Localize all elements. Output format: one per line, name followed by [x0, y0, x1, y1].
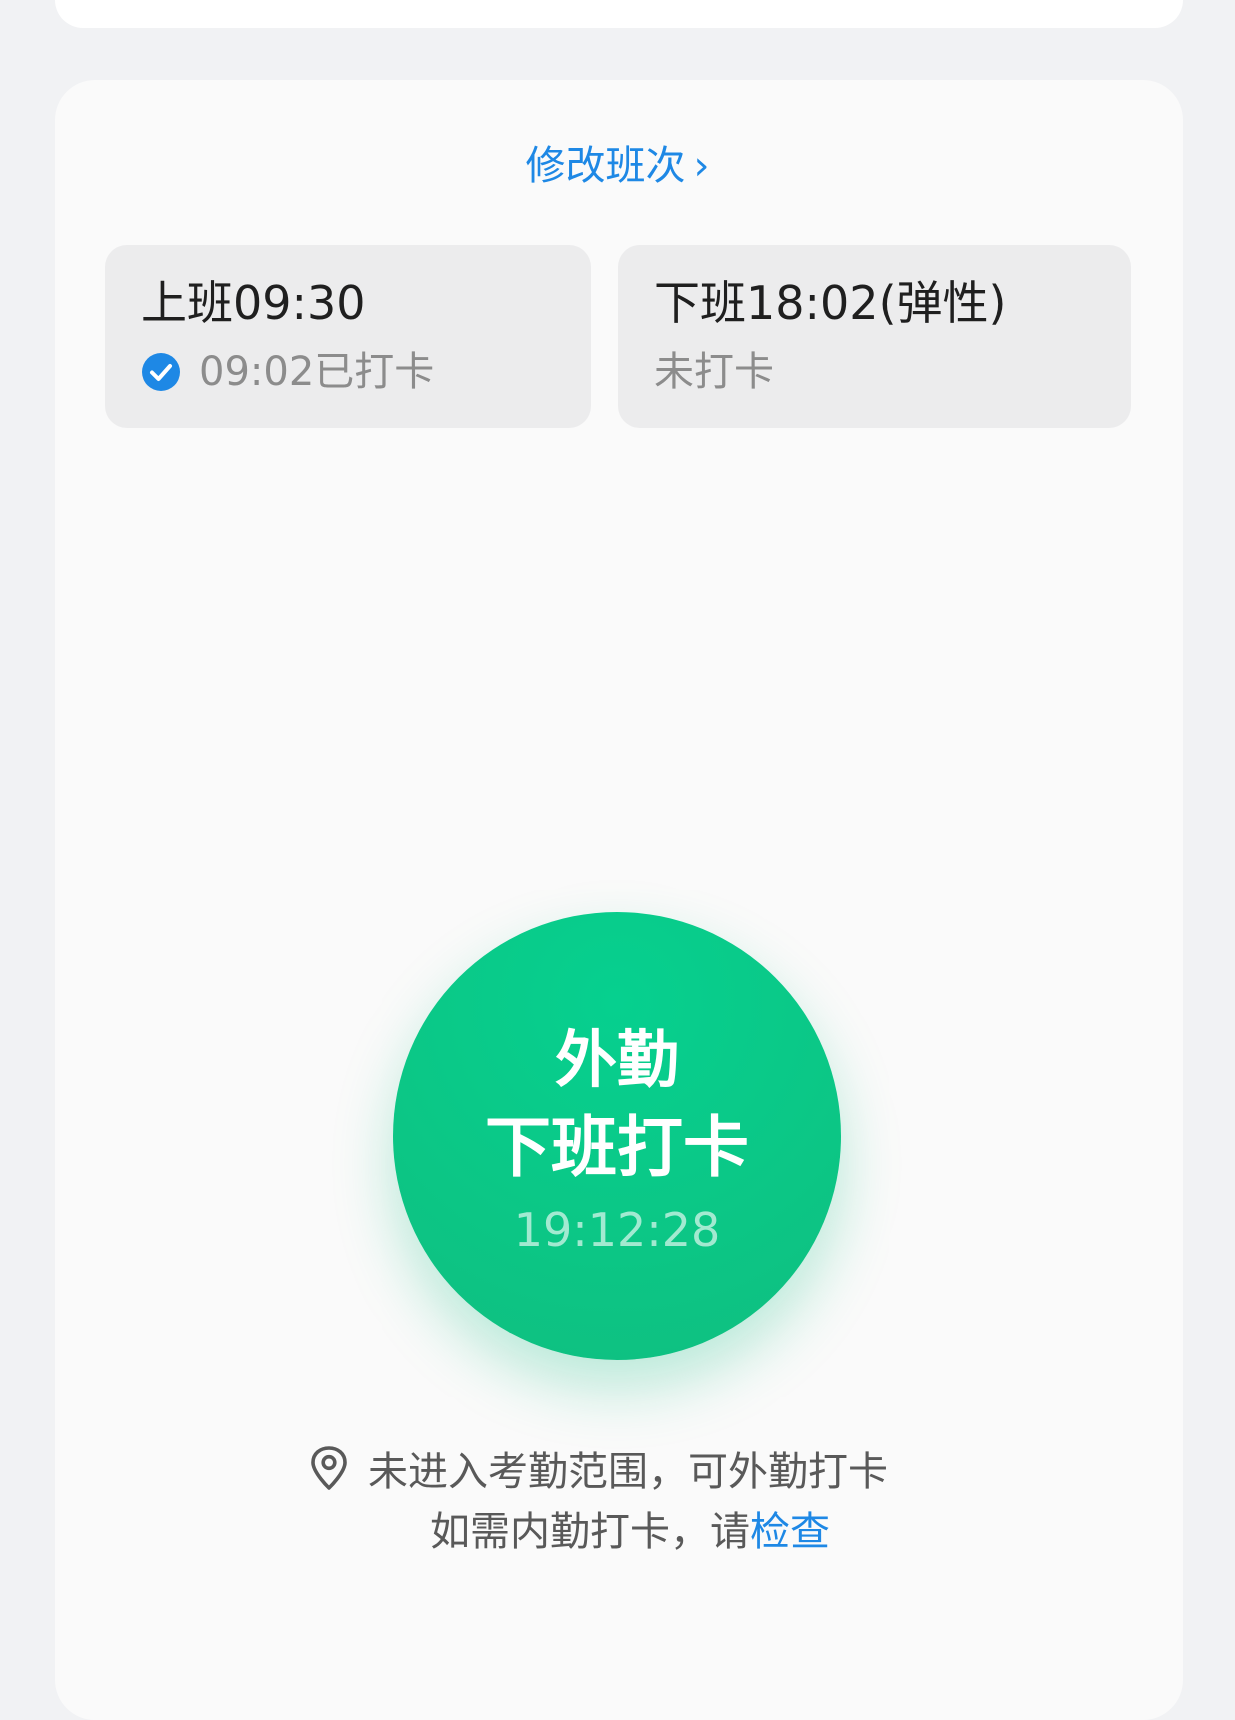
location-hint: 如需内勤打卡，请检查	[430, 1504, 830, 1560]
punch-action-label: 下班打卡	[485, 1109, 749, 1186]
check-circle-icon	[142, 353, 180, 391]
clock-out-status-text: 未打卡	[654, 349, 774, 395]
location-hint-text: 如需内勤打卡，请	[430, 1509, 750, 1555]
location-notice-text: 未进入考勤范围，可外勤打卡	[368, 1449, 888, 1495]
modify-shift-link[interactable]: 修改班次 ›	[0, 140, 1235, 192]
modify-shift-label: 修改班次	[525, 143, 686, 189]
location-pin-icon	[311, 1446, 347, 1490]
punch-clock-time: 19:12:28	[513, 1203, 721, 1257]
clock-in-status-text: 09:02已打卡	[199, 349, 435, 395]
punch-type-label: 外勤	[554, 1023, 679, 1096]
clock-in-status: 09:02已打卡	[141, 345, 434, 399]
check-link[interactable]: 检查	[750, 1509, 830, 1555]
clock-out-title: 下班18:02(弹性)	[654, 276, 1007, 330]
location-notice: 未进入考勤范围，可外勤打卡	[308, 1440, 888, 1496]
clock-in-title: 上班09:30	[141, 276, 366, 330]
punch-out-button[interactable]: 外勤 下班打卡 19:12:28	[393, 912, 841, 1360]
clock-out-slot: 下班18:02(弹性) 未打卡	[618, 245, 1131, 428]
clock-out-status: 未打卡	[654, 345, 774, 399]
clock-in-slot: 上班09:30 09:02已打卡	[105, 245, 591, 428]
previous-card	[55, 0, 1183, 28]
chevron-right-icon: ›	[693, 143, 710, 189]
